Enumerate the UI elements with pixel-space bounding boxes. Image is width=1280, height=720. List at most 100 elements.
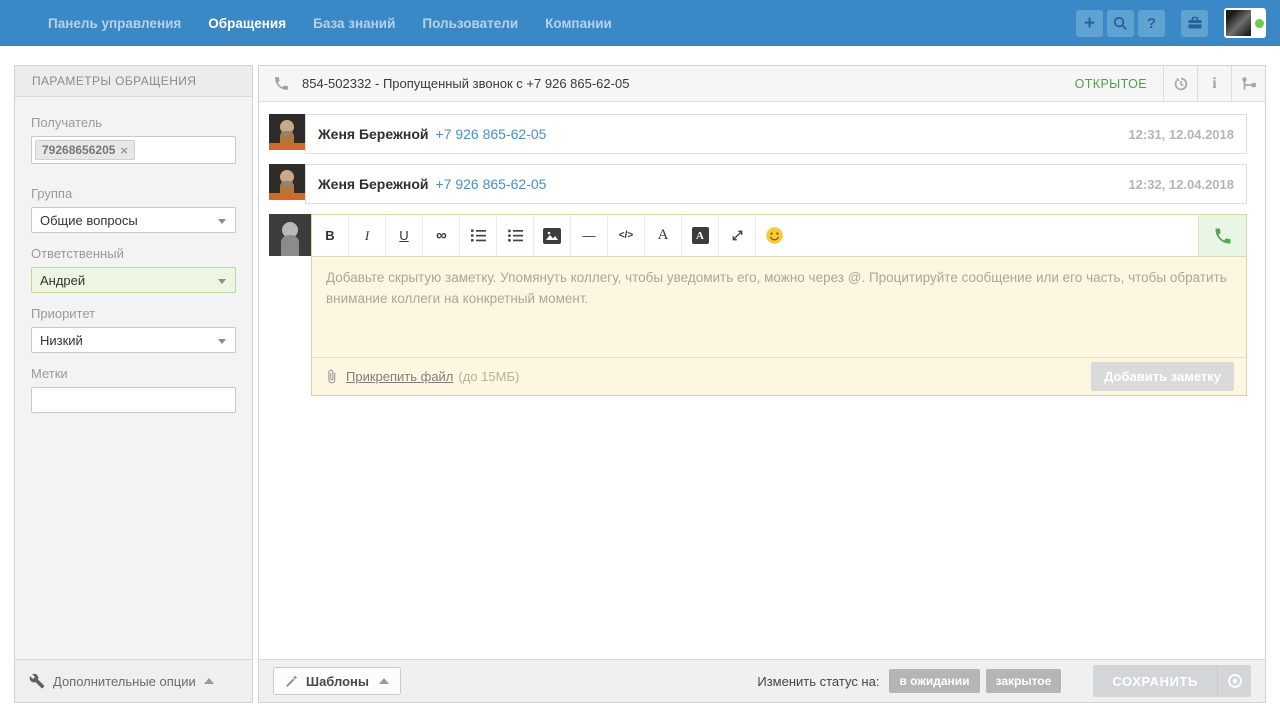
link-button[interactable]: ∞ <box>423 215 460 256</box>
nav-users[interactable]: Пользователи <box>422 16 518 31</box>
unordered-list-button[interactable] <box>497 215 534 256</box>
tags-input[interactable] <box>31 387 236 413</box>
recipient-label: Получатель <box>31 115 236 130</box>
recipient-input[interactable]: 79268656205 × <box>31 136 236 164</box>
main-nav: Панель управления Обращения База знаний … <box>0 16 639 31</box>
underline-button[interactable]: U <box>386 215 423 256</box>
priority-select[interactable]: Низкий <box>31 327 236 353</box>
nav-dashboard[interactable]: Панель управления <box>48 16 181 31</box>
note-editor: B I U ∞ <box>311 214 1247 396</box>
assignee-select[interactable]: Андрей <box>31 267 236 293</box>
search-button[interactable] <box>1107 10 1134 37</box>
top-navigation-bar: Панель управления Обращения База знаний … <box>0 0 1280 46</box>
insert-image-button[interactable] <box>534 215 571 256</box>
status-pending-button[interactable]: в ожидании <box>889 669 979 693</box>
message-row: Женя Бережной +7 926 865-62-05 12:31, 12… <box>269 114 1247 154</box>
group-select[interactable]: Общие вопросы <box>31 207 236 233</box>
ticket-header-actions: ОТКРЫТОЕ i <box>1075 66 1265 101</box>
create-button[interactable]: + <box>1076 10 1103 37</box>
helpdesk-app: Панель управления Обращения База знаний … <box>0 0 1280 720</box>
message-item[interactable]: Женя Бережной +7 926 865-62-05 12:31, 12… <box>305 114 1247 154</box>
nav-companies[interactable]: Компании <box>545 16 612 31</box>
emoji-button[interactable] <box>756 215 793 256</box>
add-note-button[interactable]: Добавить заметку <box>1091 362 1234 391</box>
help-button[interactable]: ? <box>1138 10 1165 37</box>
history-button[interactable] <box>1163 66 1197 101</box>
save-button-group: СОХРАНИТЬ <box>1093 665 1251 697</box>
triangle-up-icon <box>379 678 389 684</box>
bold-button[interactable]: B <box>312 215 349 256</box>
toolbar-spacer <box>793 215 1198 256</box>
ticket-thread: Женя Бережной +7 926 865-62-05 12:31, 12… <box>259 102 1265 659</box>
message-row: Женя Бережной +7 926 865-62-05 12:32, 12… <box>269 164 1247 204</box>
assignee-label: Ответственный <box>31 246 236 261</box>
save-options-button[interactable] <box>1217 665 1251 697</box>
remove-recipient-icon[interactable]: × <box>120 144 128 157</box>
message-phone-link[interactable]: +7 926 865-62-05 <box>436 126 547 142</box>
templates-label: Шаблоны <box>306 674 369 689</box>
plus-icon: + <box>1084 14 1095 33</box>
message-author: Женя Бережной <box>318 126 429 142</box>
editor-toolbar: B I U ∞ <box>312 215 1246 257</box>
briefcase-icon <box>1187 15 1203 31</box>
question-icon: ? <box>1147 15 1156 32</box>
background-color-icon: A <box>692 227 709 244</box>
priority-value: Низкий <box>40 333 83 348</box>
sidebar-title: ПАРАМЕТРЫ ОБРАЩЕНИЯ <box>15 66 252 97</box>
profile-menu[interactable] <box>1224 8 1266 38</box>
assignee-value: Андрей <box>40 273 85 288</box>
note-footer: Прикрепить файл (до 15МБ) Добавить замет… <box>312 357 1246 395</box>
attach-size-hint: (до 15МБ) <box>458 369 519 384</box>
status-closed-button[interactable]: закрытое <box>986 669 1062 693</box>
triangle-up-icon <box>204 678 214 684</box>
ticket-header: 854-502332 - Пропущенный звонок с +7 926… <box>259 66 1265 102</box>
attach-file-link[interactable]: Прикрепить файл <box>346 369 453 384</box>
info-button[interactable]: i <box>1197 66 1231 101</box>
sender-avatar <box>269 164 305 200</box>
font-color-button[interactable]: A <box>645 215 682 256</box>
phone-icon <box>1213 226 1233 246</box>
image-icon <box>543 228 561 244</box>
paperclip-icon <box>324 369 339 384</box>
group-value: Общие вопросы <box>40 213 138 228</box>
templates-button[interactable]: Шаблоны <box>273 667 401 695</box>
magic-wand-icon <box>285 674 299 688</box>
ticket-status-badge: ОТКРЫТОЕ <box>1075 77 1147 91</box>
note-editor-row: B I U ∞ <box>269 214 1247 396</box>
unordered-list-icon <box>508 229 523 242</box>
background-color-button[interactable]: A <box>682 215 719 256</box>
nav-tickets[interactable]: Обращения <box>208 16 286 31</box>
attach-file-control[interactable]: Прикрепить файл (до 15МБ) <box>324 369 519 384</box>
chevron-down-icon <box>218 219 226 224</box>
search-icon <box>1113 16 1128 31</box>
save-button[interactable]: СОХРАНИТЬ <box>1093 665 1217 697</box>
horizontal-rule-button[interactable]: — <box>571 215 608 256</box>
tags-label: Метки <box>31 366 236 381</box>
message-phone-link[interactable]: +7 926 865-62-05 <box>436 176 547 192</box>
more-options-toggle[interactable]: Дополнительные опции <box>15 659 252 702</box>
sender-avatar <box>269 114 305 150</box>
call-button[interactable] <box>1198 215 1246 256</box>
ticket-title: 854-502332 - Пропущенный звонок с +7 926… <box>302 76 629 91</box>
message-item[interactable]: Женя Бережной +7 926 865-62-05 12:32, 12… <box>305 164 1247 204</box>
priority-label: Приоритет <box>31 306 236 321</box>
history-icon <box>1173 76 1189 92</box>
ticket-footer: Шаблоны Изменить статус на: в ожидании з… <box>259 659 1265 702</box>
ordered-list-button[interactable] <box>460 215 497 256</box>
emoji-icon <box>765 226 784 245</box>
italic-button[interactable]: I <box>349 215 386 256</box>
code-button[interactable]: </> <box>608 215 645 256</box>
phone-channel-icon <box>273 75 290 92</box>
briefcase-button[interactable] <box>1181 10 1208 37</box>
message-timestamp: 12:32, 12.04.2018 <box>1128 177 1234 192</box>
message-author: Женя Бережной <box>318 176 429 192</box>
nav-knowledge-base[interactable]: База знаний <box>313 16 395 31</box>
target-icon <box>1227 673 1243 689</box>
more-options-label: Дополнительные опции <box>53 674 196 689</box>
merge-button[interactable] <box>1231 66 1265 101</box>
sidebar-form: Получатель 79268656205 × Группа Общие во… <box>15 97 252 659</box>
recipient-tag: 79268656205 × <box>35 140 135 160</box>
note-placeholder: Добавьте скрытую заметку. Упомянуть колл… <box>326 268 1232 310</box>
expand-editor-button[interactable] <box>719 215 756 256</box>
note-input[interactable]: Добавьте скрытую заметку. Упомянуть колл… <box>312 257 1246 357</box>
